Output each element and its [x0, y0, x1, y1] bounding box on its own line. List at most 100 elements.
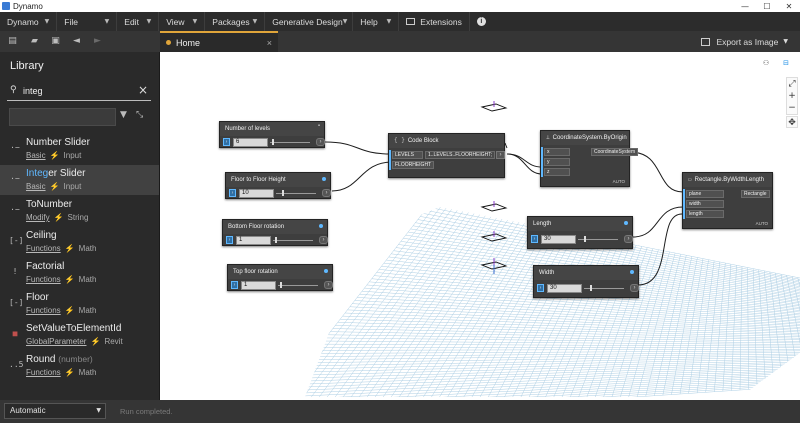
menu-packages[interactable]: Packages ▼	[205, 12, 266, 31]
background-preview-toggle-icon[interactable]: ⚇	[756, 58, 776, 68]
run-mode-select[interactable]: Automatic ▼	[4, 403, 106, 419]
menu-help[interactable]: Help ▼	[353, 12, 400, 31]
node-bottom-floor-rotation[interactable]: Bottom Floor rotation › 1 ›	[222, 219, 328, 246]
node-floor-to-floor-height[interactable]: Floor to Floor Height › 10 ›	[225, 172, 331, 199]
slider-value[interactable]: 1	[241, 281, 276, 290]
open-folder-icon[interactable]: ▰	[29, 36, 40, 47]
category-link[interactable]: Functions	[26, 368, 61, 377]
filter-icon[interactable]: ▼	[120, 110, 127, 120]
slider-value[interactable]: 6	[233, 138, 268, 147]
library-item-floor[interactable]: [-] Floor Functions ⚡ Math	[0, 289, 159, 319]
input-port-x[interactable]: x	[544, 148, 570, 156]
output-port-icon[interactable]: ›	[319, 236, 328, 244]
maximize-button[interactable]: ☐	[756, 2, 778, 11]
slider-thumb[interactable]	[282, 190, 284, 196]
expand-slider-icon[interactable]: ›	[223, 138, 230, 146]
input-port-z[interactable]: z	[544, 168, 570, 176]
expand-slider-icon[interactable]: ›	[531, 235, 538, 243]
node-code-block[interactable]: { } Code Block LEVELS FLOORHEIGHT 1..LEVE…	[388, 133, 505, 178]
zoom-fit-icon[interactable]: ⤢	[787, 78, 797, 90]
clear-search-icon[interactable]: ×	[138, 83, 148, 97]
input-port-y[interactable]: y	[544, 158, 570, 166]
slider-thumb[interactable]	[590, 285, 592, 291]
menu-edit[interactable]: Edit ▼	[117, 12, 160, 31]
category-link[interactable]: Basic	[26, 151, 46, 160]
zoom-out-icon[interactable]: −	[787, 102, 797, 114]
expand-slider-icon[interactable]: ›	[231, 281, 238, 289]
export-label: Export as Image	[716, 36, 779, 47]
graph-view-toggle-icon[interactable]: ⊟	[776, 58, 796, 68]
input-port-floorheight[interactable]: FLOORHEIGHT	[392, 161, 435, 169]
expand-slider-icon[interactable]: ›	[537, 284, 544, 292]
menu-file[interactable]: File ▼	[57, 12, 118, 31]
input-port-plane[interactable]: plane	[686, 190, 724, 198]
output-port-rectangle[interactable]: Rectangle	[741, 190, 770, 198]
filter-box[interactable]	[9, 108, 116, 126]
library-item-number-slider[interactable]: ·− Number Slider Basic ⚡ Input	[0, 134, 159, 164]
output-port-coordinatesystem[interactable]: CoordinateSystem	[591, 148, 639, 156]
library-item-tonumber[interactable]: ·− ToNumber Modify ⚡ String	[0, 196, 159, 226]
tab-home[interactable]: Home ×	[160, 31, 278, 52]
node-rectangle-bywidthlength[interactable]: ▭ Rectangle.ByWidthLength plane width len…	[682, 172, 773, 229]
output-port-icon[interactable]: ›	[496, 151, 505, 159]
menu-view[interactable]: View ▼	[159, 12, 206, 31]
zoom-in-icon[interactable]: +	[787, 90, 797, 102]
library-panel: Library ⚲ × ▼ ⤡ ·− Number Slider Basic⚡I…	[0, 52, 159, 400]
menu-help-info[interactable]: i	[470, 12, 493, 31]
redo-icon[interactable]: ►	[92, 36, 103, 47]
pan-icon[interactable]: ✥	[786, 116, 798, 128]
slider-track[interactable]	[270, 142, 310, 143]
output-port-icon[interactable]: ›	[322, 189, 331, 197]
export-as-image-button[interactable]: Export as Image ▼	[701, 31, 788, 52]
slider-value[interactable]: 30	[547, 284, 582, 293]
input-port-levels[interactable]: LEVELS	[392, 151, 423, 159]
node-width[interactable]: Width › 30 ›	[533, 265, 639, 298]
node-coordinatesystem-byorigin[interactable]: ⊥ CoordinateSystem.ByOrigin x y z Coordin…	[540, 130, 639, 187]
slider-thumb[interactable]	[272, 139, 274, 145]
close-window-button[interactable]: ✕	[778, 2, 800, 11]
category-link[interactable]: Functions	[26, 306, 61, 315]
library-item-integer-slider[interactable]: ·− Integer Slider Basic ⚡ Input	[0, 165, 159, 195]
slider-value[interactable]: 1	[236, 236, 271, 245]
node-top-floor-rotation[interactable]: Top floor rotation › 1 ›	[227, 264, 333, 291]
save-icon[interactable]: ▣	[50, 36, 61, 47]
slider-track[interactable]	[278, 285, 318, 286]
close-tab-icon[interactable]: ×	[267, 38, 272, 48]
graph-canvas[interactable]: ⚇ ⊟ ⤢ + − ✥ Number of levels ▪ › 6 › Flo…	[159, 52, 800, 400]
category-link[interactable]: GlobalParameter	[26, 337, 86, 346]
slider-track[interactable]	[273, 240, 313, 241]
minimize-button[interactable]: —	[734, 2, 756, 11]
input-port-length[interactable]: length	[686, 210, 724, 218]
category-link[interactable]: Basic	[26, 182, 46, 191]
library-item-setvaluetoelementid[interactable]: ■ SetValueToElementId GlobalParameter ⚡ Re…	[0, 320, 159, 350]
slider-value[interactable]: 10	[239, 189, 274, 198]
node-menu-icon[interactable]: ▪	[318, 123, 320, 129]
undo-icon[interactable]: ◄	[71, 36, 82, 47]
code-text[interactable]: 1..LEVELS..FLOORHEIGHT;	[425, 151, 496, 159]
output-port-icon[interactable]: ›	[630, 284, 639, 292]
node-length[interactable]: Length › 30 ›	[527, 216, 633, 249]
category-link[interactable]: Modify	[26, 213, 50, 222]
slider-thumb[interactable]	[275, 237, 277, 243]
category-link[interactable]: Functions	[26, 275, 61, 284]
node-number-of-levels[interactable]: Number of levels ▪ › 6 ›	[219, 121, 325, 148]
expand-slider-icon[interactable]: ›	[226, 236, 233, 244]
menu-generative-design[interactable]: Generative Design ▼	[265, 12, 354, 31]
output-port-icon[interactable]: ›	[316, 138, 325, 146]
slider-thumb[interactable]	[280, 282, 282, 288]
output-port-icon[interactable]: ›	[624, 235, 633, 243]
category-link[interactable]: Functions	[26, 244, 61, 253]
menu-dynamo[interactable]: Dynamo ▼	[0, 12, 58, 31]
input-port-width[interactable]: width	[686, 200, 724, 208]
expand-icon[interactable]: ⤡	[136, 110, 143, 120]
slider-thumb[interactable]	[584, 236, 586, 242]
library-item-ceiling[interactable]: [-] Ceiling Functions ⚡ Math	[0, 227, 159, 257]
menu-extensions[interactable]: Extensions	[399, 12, 470, 31]
slider-value[interactable]: 30	[541, 235, 576, 244]
output-port-icon[interactable]: ›	[324, 281, 333, 289]
expand-slider-icon[interactable]: ›	[229, 189, 236, 197]
library-item-round[interactable]: ..5 Round (number) Functions ⚡ Math	[0, 351, 159, 381]
search-input[interactable]	[23, 83, 133, 98]
new-file-icon[interactable]: ▤	[7, 36, 18, 47]
library-item-factorial[interactable]: ! Factorial Functions ⚡ Math	[0, 258, 159, 288]
